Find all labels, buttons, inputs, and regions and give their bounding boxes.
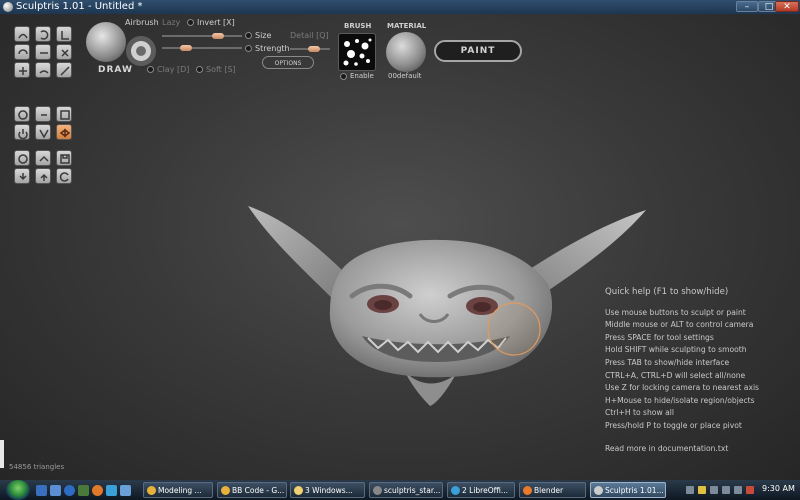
task-app-icon — [294, 486, 303, 495]
task-label: Sculptris 1.01... — [605, 486, 664, 495]
task-app-icon — [451, 486, 460, 495]
sculpt-viewport[interactable]: DRAW Airbrush Lazy Invert [X] Size Detai… — [0, 14, 800, 480]
task-app-icon — [373, 486, 382, 495]
help-line: Press SPACE for tool settings — [605, 332, 714, 342]
taskbar-task-button[interactable]: BB Code - G... — [217, 482, 287, 498]
task-label: Modeling ... — [158, 486, 202, 495]
tray-clock[interactable]: 9:30 AM — [762, 484, 795, 493]
help-line: Press/hold P to toggle or place pivot — [605, 420, 742, 430]
task-app-icon — [221, 486, 230, 495]
taskbar-task-button[interactable]: Blender — [519, 482, 586, 498]
help-line: CTRL+A, CTRL+D will select all/none — [605, 370, 746, 380]
taskbar-task-button[interactable]: 3 Windows... — [290, 482, 365, 498]
taskbar-task-button[interactable]: sculptris_star... — [369, 482, 443, 498]
brush-cursor-icon — [487, 302, 541, 356]
help-line: Use mouse buttons to sculpt or paint — [605, 307, 746, 317]
help-line: H+Mouse to hide/isolate region/objects — [605, 395, 755, 405]
task-label: Blender — [534, 486, 564, 495]
network-tray-icon[interactable] — [686, 486, 694, 494]
show-desktop-icon[interactable] — [36, 485, 47, 496]
taskbar-task-button[interactable]: 2 LibreOffi... — [447, 482, 515, 498]
internet-explorer-icon[interactable] — [64, 485, 75, 496]
quick-help-title: Quick help (F1 to show/hide) — [605, 287, 729, 297]
media-player-icon[interactable] — [78, 485, 89, 496]
title-bar: Sculptris 1.01 - Untitled * – □ ✕ — [0, 0, 800, 14]
help-line: Hold SHIFT while sculpting to smooth — [605, 345, 747, 355]
sculptris-app-icon — [3, 2, 13, 12]
task-label: 2 LibreOffi... — [462, 486, 509, 495]
start-button-icon[interactable] — [6, 480, 30, 500]
close-button[interactable]: ✕ — [775, 1, 799, 12]
minimize-button[interactable]: – — [736, 1, 758, 12]
volume-tray-icon[interactable] — [734, 486, 742, 494]
window-title: Sculptris 1.01 - Untitled * — [16, 1, 143, 12]
help-line: Middle mouse or ALT to control camera — [605, 320, 754, 330]
task-label: BB Code - G... — [232, 486, 285, 495]
quick-help-panel: Quick help (F1 to show/hide) Use mouse b… — [605, 286, 800, 455]
documentation-link: Read more in documentation.txt — [605, 443, 729, 453]
side-scroll-tab[interactable] — [0, 440, 4, 468]
help-line: Use Z for locking camera to nearest axis — [605, 383, 760, 393]
taskbar-task-button[interactable]: Sculptris 1.01... — [590, 482, 666, 498]
task-app-icon — [523, 486, 532, 495]
firefox-icon[interactable] — [92, 485, 103, 496]
notification-tray-icon[interactable] — [698, 486, 706, 494]
power-tray-icon[interactable] — [722, 486, 730, 494]
explorer-quicklaunch-icon[interactable] — [120, 485, 131, 496]
triangle-count: 54856 triangles — [9, 463, 65, 471]
task-app-icon — [147, 486, 156, 495]
libreoffice-quicklaunch-icon[interactable] — [106, 485, 117, 496]
help-line: Ctrl+H to show all — [605, 408, 674, 418]
switch-windows-icon[interactable] — [50, 485, 61, 496]
help-line: Press TAB to show/hide interface — [605, 357, 730, 367]
task-app-icon — [594, 486, 603, 495]
task-label: sculptris_star... — [384, 486, 441, 495]
display-tray-icon[interactable] — [710, 486, 718, 494]
security-tray-icon[interactable] — [746, 486, 754, 494]
taskbar-task-button[interactable]: Modeling ... — [143, 482, 213, 498]
task-label: 3 Windows... — [305, 486, 353, 495]
